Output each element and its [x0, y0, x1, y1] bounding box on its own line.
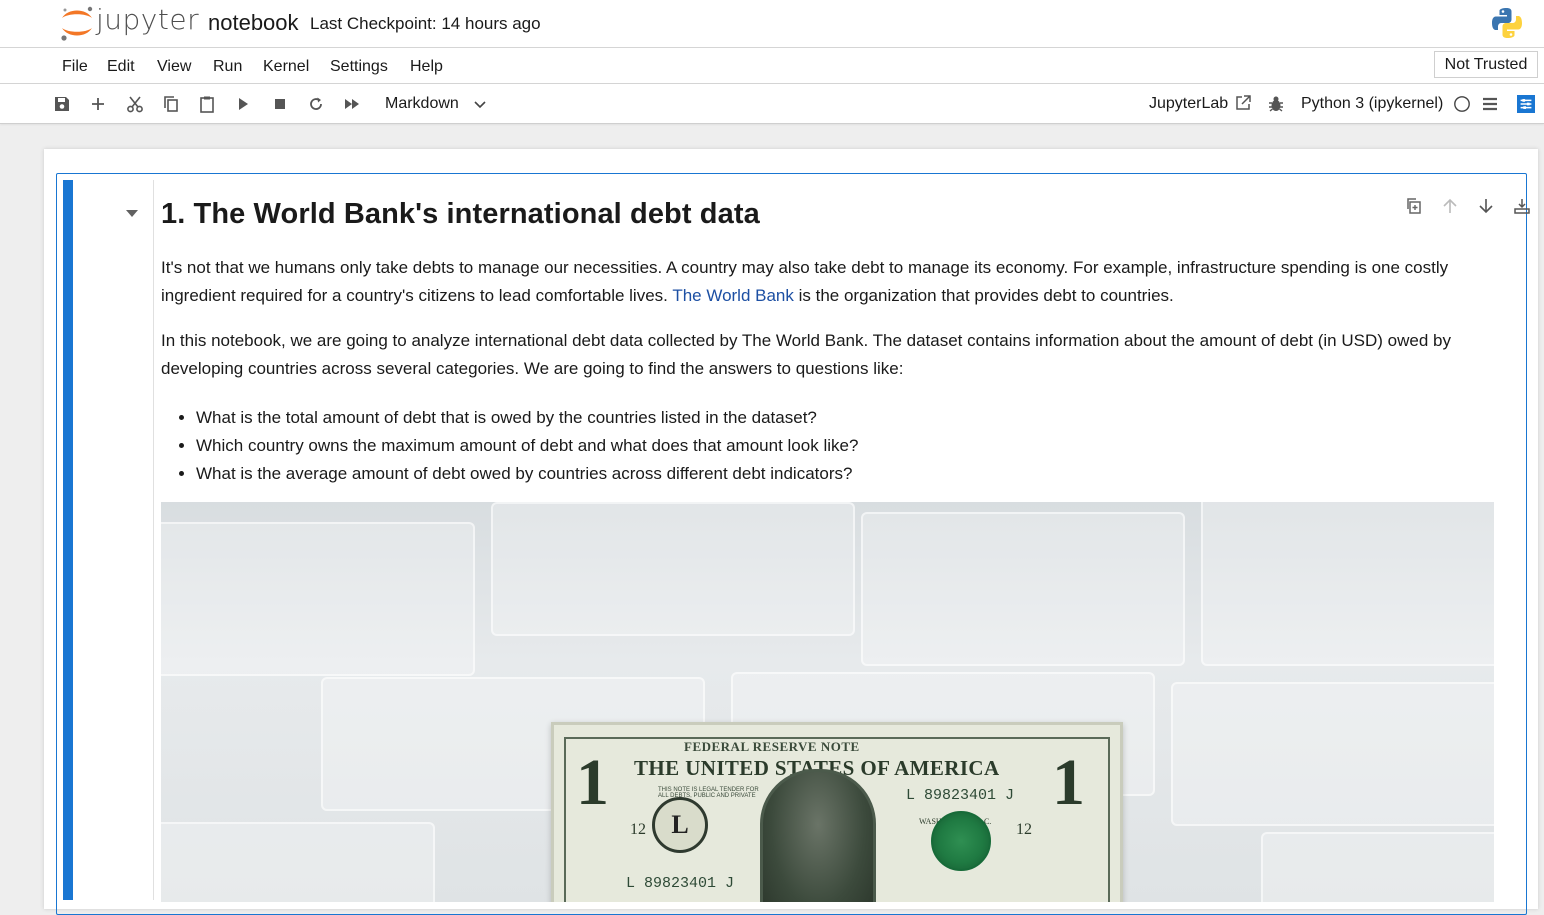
header-bar: jupyter notebook Last Checkpoint: 14 hou…: [0, 0, 1544, 48]
questions-list: What is the total amount of debt that is…: [161, 404, 858, 488]
washington-portrait: [760, 769, 876, 902]
intro-text-end: is the organization that provides debt t…: [793, 286, 1174, 305]
duplicate-icon[interactable]: [1404, 196, 1424, 216]
bill-top-text: FEDERAL RESERVE NOTE: [684, 739, 860, 754]
menu-help[interactable]: Help: [410, 58, 443, 76]
stop-icon[interactable]: [269, 93, 291, 115]
menu-view[interactable]: View: [157, 58, 191, 76]
cell-heading: 1. The World Bank's international debt d…: [161, 198, 760, 230]
world-bank-link[interactable]: The World Bank: [672, 286, 794, 305]
menu-run[interactable]: Run: [213, 58, 242, 76]
collapse-heading-icon[interactable]: [125, 206, 139, 224]
markdown-cell[interactable]: 1. The World Bank's international debt d…: [56, 173, 1530, 915]
bill-serial-bottom: L 89823401 J: [626, 875, 735, 892]
federal-reserve-seal: L: [652, 797, 708, 853]
trust-status-button[interactable]: Not Trusted: [1434, 51, 1538, 78]
jupyter-wordmark: jupyter: [96, 3, 200, 36]
bill-serial-top: L 89823401 J: [906, 787, 1015, 804]
dollar-bill: FEDERAL RESERVE NOTE THE UNITED STATES O…: [551, 722, 1123, 902]
list-item: What is the average amount of debt owed …: [196, 460, 858, 488]
kernel-idle-circle-icon: [1451, 93, 1473, 115]
treasury-seal: [931, 811, 991, 871]
external-link-icon[interactable]: [1232, 92, 1254, 114]
move-up-icon[interactable]: [1440, 196, 1460, 216]
kernel-name-button[interactable]: Python 3 (ipykernel): [1301, 95, 1443, 113]
python-logo-icon: [1490, 6, 1524, 40]
dollar-bill-image: FEDERAL RESERVE NOTE THE UNITED STATES O…: [161, 502, 1494, 902]
notebook-toolbar: Markdown JupyterLab Python 3 (ipykernel): [0, 84, 1544, 124]
fast-forward-icon[interactable]: [341, 93, 363, 115]
bill-district-right: 12: [1016, 821, 1032, 838]
cell-type-select[interactable]: Markdown: [385, 95, 459, 113]
checkpoint-status: Last Checkpoint: 14 hours ago: [310, 14, 541, 33]
menu-lines-icon[interactable]: [1479, 93, 1501, 115]
list-item: Which country owns the maximum amount of…: [196, 432, 858, 460]
insert-above-icon[interactable]: [1512, 196, 1532, 216]
bill-denomination-left: 1: [576, 746, 609, 819]
open-in-jupyterlab-link[interactable]: JupyterLab: [1149, 95, 1228, 113]
cell-content: 1. The World Bank's international debt d…: [153, 180, 1530, 902]
notebook-title[interactable]: notebook: [208, 10, 299, 36]
menu-bar: File Edit View Run Kernel Settings Help …: [0, 48, 1544, 84]
restart-icon[interactable]: [305, 93, 327, 115]
menu-kernel[interactable]: Kernel: [263, 58, 309, 76]
save-icon[interactable]: [51, 93, 73, 115]
dataset-paragraph: In this notebook, we are going to analyz…: [161, 331, 1451, 378]
list-item: What is the total amount of debt that is…: [196, 404, 858, 432]
debugger-bug-icon[interactable]: [1265, 93, 1287, 115]
property-inspector-icon[interactable]: [1515, 93, 1537, 115]
jupyter-logo-icon: [61, 6, 93, 41]
menu-edit[interactable]: Edit: [107, 58, 135, 76]
menu-file[interactable]: File: [62, 58, 88, 76]
move-down-icon[interactable]: [1476, 196, 1496, 216]
bill-denomination-right: 1: [1052, 746, 1085, 819]
notebook-panel: 1. The World Bank's international debt d…: [44, 149, 1538, 915]
cut-icon[interactable]: [124, 93, 146, 115]
chevron-down-icon[interactable]: [473, 97, 487, 116]
paste-icon[interactable]: [196, 93, 218, 115]
menu-settings[interactable]: Settings: [330, 58, 388, 76]
cell-selection-bar[interactable]: [63, 180, 73, 900]
intro-paragraph: It's not that we humans only take debts …: [161, 254, 1506, 310]
run-icon[interactable]: [232, 93, 254, 115]
bill-district-left: 12: [630, 821, 646, 838]
add-cell-icon[interactable]: [87, 93, 109, 115]
copy-icon[interactable]: [160, 93, 182, 115]
